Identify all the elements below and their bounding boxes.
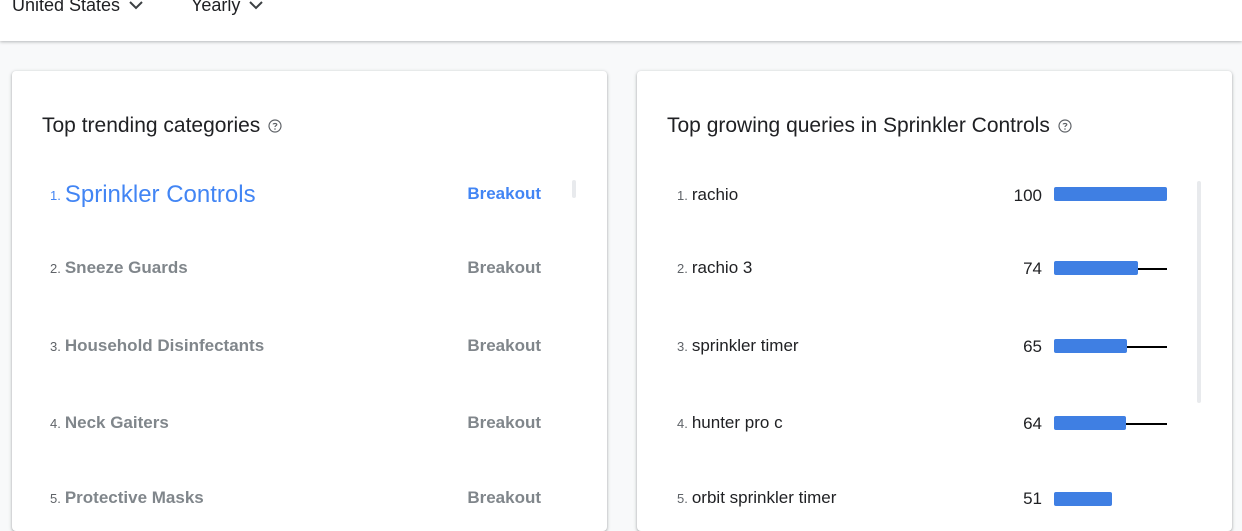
query-value: 74: [1023, 259, 1042, 278]
item-name: rachio 3: [691, 258, 753, 277]
help-circle-icon[interactable]: [1058, 119, 1072, 133]
query-value: 51: [1023, 489, 1042, 508]
bar-fill: [1054, 492, 1112, 506]
item-name: Protective Masks: [64, 488, 204, 507]
bar-fill: [1054, 416, 1126, 430]
bar-fill: [1054, 261, 1138, 275]
card-title-text: Top growing queries in Sprinkler Control…: [667, 114, 1050, 137]
item-rank: 5.: [50, 490, 61, 506]
breakout-badge[interactable]: Breakout: [467, 258, 541, 278]
item-rank: 5.: [677, 490, 688, 506]
category-item[interactable]: 4. Neck Gaiters: [50, 412, 169, 434]
item-name: rachio: [691, 185, 739, 204]
item-name: Neck Gaiters: [64, 413, 169, 432]
item-rank: 4.: [50, 415, 61, 431]
query-value: 100: [1013, 186, 1042, 205]
query-item[interactable]: 2. rachio 3: [677, 257, 752, 279]
item-rank: 1.: [50, 187, 61, 203]
growth-bar: [1054, 416, 1167, 430]
growth-bar: [1054, 492, 1167, 506]
breakout-badge[interactable]: Breakout: [467, 488, 541, 508]
item-name: sprinkler timer: [691, 336, 799, 355]
chevron-down-icon: [128, 0, 144, 13]
item-name: Household Disinfectants: [64, 336, 265, 355]
query-value: 64: [1023, 414, 1042, 433]
scrollbar[interactable]: [1197, 181, 1201, 403]
breakout-badge[interactable]: Breakout: [467, 413, 541, 433]
card-title: Top trending categories: [42, 114, 282, 138]
period-dropdown[interactable]: Yearly: [191, 0, 264, 17]
chevron-down-icon: [248, 0, 264, 13]
trending-categories-card: Top trending categories 1. Sprinkler Con…: [12, 71, 607, 531]
growth-bar: [1054, 261, 1167, 275]
breakout-badge[interactable]: Breakout: [467, 184, 541, 204]
bar-fill: [1054, 339, 1127, 353]
breakout-badge[interactable]: Breakout: [467, 336, 541, 356]
category-item[interactable]: 5. Protective Masks: [50, 487, 204, 509]
item-rank: 2.: [677, 260, 688, 276]
scrollbar[interactable]: [572, 180, 576, 198]
item-name: hunter pro c: [691, 413, 783, 432]
growth-bar: [1054, 187, 1167, 201]
growth-bar: [1054, 339, 1167, 353]
category-item[interactable]: 3. Household Disinfectants: [50, 335, 264, 357]
query-item[interactable]: 4. hunter pro c: [677, 412, 783, 434]
card-title-text: Top trending categories: [42, 114, 261, 137]
region-dropdown[interactable]: United States: [12, 0, 144, 17]
item-name: Sprinkler Controls: [64, 181, 256, 208]
category-item[interactable]: 1. Sprinkler Controls: [50, 180, 256, 210]
item-rank: 3.: [677, 338, 688, 354]
card-title: Top growing queries in Sprinkler Control…: [667, 114, 1072, 138]
filter-bar: United States Yearly: [0, 0, 1242, 41]
region-label: United States: [12, 0, 121, 15]
query-item[interactable]: 3. sprinkler timer: [677, 335, 799, 357]
help-circle-icon[interactable]: [268, 119, 282, 133]
bar-fill: [1054, 187, 1167, 201]
growing-queries-card: Top growing queries in Sprinkler Control…: [637, 71, 1232, 531]
item-rank: 1.: [677, 187, 688, 203]
query-item[interactable]: 5. orbit sprinkler timer: [677, 487, 836, 509]
item-name: Sneeze Guards: [64, 258, 188, 277]
item-name: orbit sprinkler timer: [691, 488, 837, 507]
item-rank: 3.: [50, 338, 61, 354]
query-item[interactable]: 1. rachio: [677, 184, 738, 206]
query-value: 65: [1023, 337, 1042, 356]
category-item[interactable]: 2. Sneeze Guards: [50, 257, 188, 279]
item-rank: 4.: [677, 415, 688, 431]
period-label: Yearly: [191, 0, 241, 15]
item-rank: 2.: [50, 260, 61, 276]
